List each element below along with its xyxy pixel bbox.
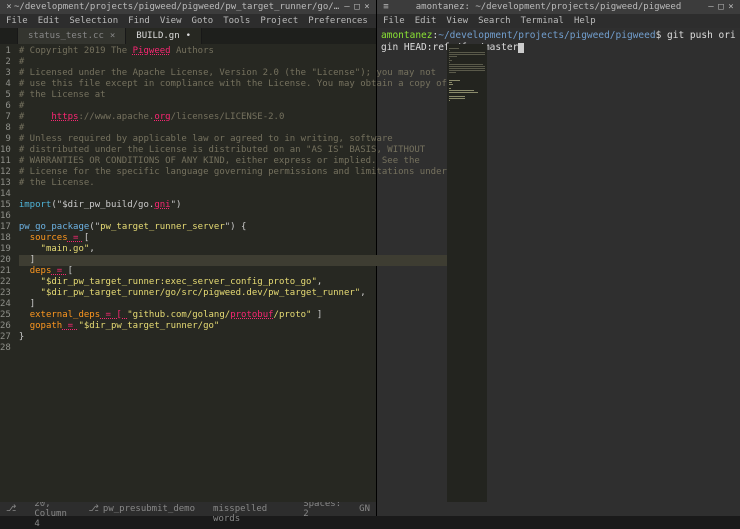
tab-build-gn[interactable]: BUILD.gn • [126, 28, 202, 44]
menu-view[interactable]: View [160, 16, 182, 26]
status-branch-name[interactable]: ⎇ pw_presubmit_demo [89, 504, 196, 514]
menu-selection[interactable]: Selection [69, 16, 118, 26]
prompt-path: ~/development/projects/pigweed/pigweed [438, 30, 655, 41]
minimize-icon[interactable]: – [706, 2, 716, 12]
menu-terminal[interactable]: Terminal [521, 16, 564, 26]
tab-dirty-icon[interactable]: • [186, 31, 191, 41]
menu-file[interactable]: File [383, 16, 405, 26]
terminal-titlebar[interactable]: ≡ amontanez: ~/development/projects/pigw… [377, 0, 740, 14]
line-gutter: 1234567891011121314151617181920212223242… [0, 44, 15, 502]
code-area[interactable]: # Copyright 2019 The Pigweed Authors## L… [15, 44, 447, 502]
tab-label: BUILD.gn [136, 31, 179, 41]
status-spaces[interactable]: Spaces: 2 [303, 499, 341, 519]
menu-project[interactable]: Project [260, 16, 298, 26]
appmenu-icon[interactable]: ≡ [381, 2, 391, 12]
branch-icon: ⎇ [6, 504, 16, 514]
tab-label: status_test.cc [28, 31, 104, 41]
editor-statusbar: ⎇ Line 20, Column 4 ⎇ pw_presubmit_demo … [0, 502, 376, 516]
tab-status-test[interactable]: status_test.cc × [18, 28, 126, 44]
menu-file[interactable]: File [6, 16, 28, 26]
editor-menubar: File Edit Selection Find View Goto Tools… [0, 14, 376, 28]
editor-tabbar: status_test.cc × BUILD.gn • [0, 28, 376, 44]
menu-help[interactable]: Help [574, 16, 596, 26]
prompt-user: amontanez [381, 30, 432, 41]
editor-body: 1234567891011121314151617181920212223242… [0, 44, 376, 502]
menu-tools[interactable]: Tools [223, 16, 250, 26]
terminal-title: amontanez: ~/development/projects/pigwee… [391, 2, 706, 12]
status-branch[interactable]: ⎇ [6, 504, 16, 514]
minimap[interactable] [447, 44, 487, 502]
menu-edit[interactable]: Edit [38, 16, 60, 26]
menu-view[interactable]: View [446, 16, 468, 26]
close-icon[interactable]: × [726, 2, 736, 12]
maximize-icon[interactable]: □ [352, 2, 362, 12]
minimize-icon[interactable]: – [342, 2, 352, 12]
status-lang[interactable]: GN [359, 504, 370, 514]
editor-titlebar[interactable]: × ~/development/projects/pigweed/pigweed… [0, 0, 376, 14]
branch-icon: ⎇ [89, 504, 99, 514]
editor-window: × ~/development/projects/pigweed/pigweed… [0, 0, 376, 516]
editor-title: ~/development/projects/pigweed/pigweed/p… [14, 2, 342, 12]
menu-preferences[interactable]: Preferences [308, 16, 368, 26]
maximize-icon[interactable]: □ [716, 2, 726, 12]
prompt-dollar: $ [656, 30, 662, 41]
tab-spacer [0, 28, 18, 44]
terminal-menubar: File Edit View Search Terminal Help [377, 14, 740, 28]
menu-goto[interactable]: Goto [192, 16, 214, 26]
menu-edit[interactable]: Edit [415, 16, 437, 26]
menu-search[interactable]: Search [478, 16, 511, 26]
tab-close-icon[interactable]: × [110, 31, 115, 41]
menu-find[interactable]: Find [128, 16, 150, 26]
close-icon[interactable]: × [4, 2, 14, 12]
close-icon[interactable]: × [362, 2, 372, 12]
terminal-cursor [518, 43, 524, 53]
